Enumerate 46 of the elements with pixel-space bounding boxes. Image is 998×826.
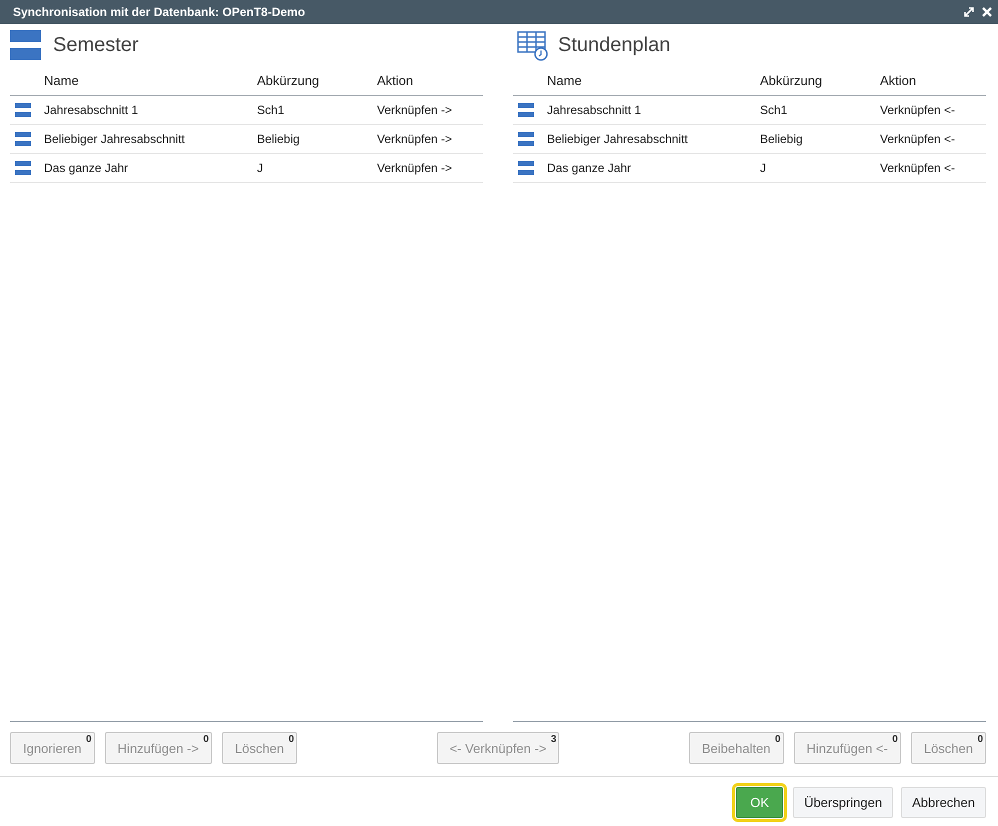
- column-header: Abkürzung: [257, 73, 320, 88]
- semester-icon: [15, 160, 31, 176]
- link-action[interactable]: Verknüpfen <-: [880, 161, 986, 175]
- timetable-icon: [517, 30, 548, 60]
- table-cell-text: Beliebig: [760, 132, 804, 146]
- column-header: Name: [547, 73, 583, 88]
- link-action[interactable]: Verknüpfen ->: [377, 132, 483, 146]
- link-action[interactable]: Verknüpfen <-: [880, 132, 986, 146]
- column-header: Name: [44, 73, 80, 88]
- table-cell-text: Beliebiger Jahresabschnitt: [44, 132, 186, 146]
- close-icon[interactable]: [982, 7, 992, 17]
- count-label: 3: [550, 734, 556, 745]
- panel-title: Semester: [53, 34, 139, 56]
- table-cell-text: Jahresabschnitt 1: [547, 103, 642, 117]
- table-cell-text: Das ganze Jahr: [547, 161, 632, 175]
- link-action[interactable]: Verknüpfen ->: [377, 103, 483, 117]
- column-header: Aktion: [880, 73, 918, 88]
- semester-icon: [518, 160, 534, 176]
- dialog-button[interactable]: Überspringen: [793, 787, 894, 818]
- link-action[interactable]: Verknüpfen ->: [377, 161, 483, 175]
- table-cell-text: Das ganze Jahr: [44, 161, 130, 175]
- column-header: Abkürzung: [760, 73, 824, 88]
- semester-icon: [15, 102, 31, 118]
- table-cell-text: J: [760, 161, 767, 175]
- count-label: 0: [203, 734, 209, 745]
- table-cell-text: J: [257, 161, 264, 175]
- link-action[interactable]: Verknüpfen <-: [880, 103, 986, 117]
- count-label: 0: [288, 734, 294, 745]
- expand-icon[interactable]: [964, 7, 974, 17]
- count-label: 0: [774, 734, 781, 745]
- count-label: 0: [892, 734, 898, 745]
- count-label: 0: [977, 734, 983, 745]
- semester-icon: [518, 102, 534, 118]
- table-cell-text: Sch1: [257, 103, 286, 117]
- panel-title: Stundenplan: [558, 34, 670, 56]
- count-label: 0: [86, 734, 92, 745]
- table-cell-text: Sch1: [760, 103, 788, 117]
- dialog-button[interactable]: Abbrechen: [901, 787, 986, 818]
- table-cell-text: Beliebiger Jahresabschnitt: [547, 132, 689, 146]
- semester-icon: [10, 30, 41, 60]
- window-title: Synchronisation mit der Datenbank: OPenT8-Demo: [13, 5, 306, 19]
- column-header: Aktion: [377, 73, 414, 88]
- table-cell-text: Jahresabschnitt 1: [44, 103, 140, 117]
- semester-icon: [518, 132, 534, 146]
- table-cell-text: Beliebig: [257, 132, 301, 146]
- semester-icon: [15, 132, 31, 146]
